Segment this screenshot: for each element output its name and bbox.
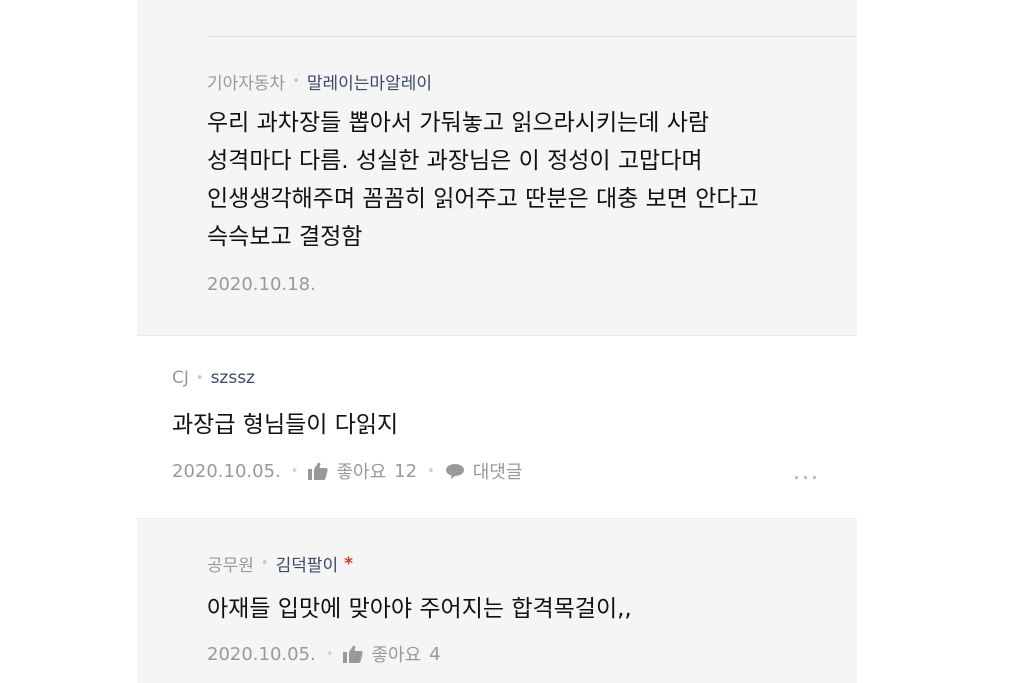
- author-nickname[interactable]: szssz: [211, 368, 255, 388]
- comment-meta: CJ • szssz: [172, 368, 255, 388]
- comment-line: 성격마다 다름. 성실한 과장님은 이 정성이 고맙다며: [207, 148, 703, 174]
- comment-column: 기아자동차 • 말레이는마알레이 우리 과차장들 뽑아서 가둬놓고 읽으라시키는…: [137, 0, 857, 683]
- comment-text: 아재들 입맛에 맞아야 주어지는 합격목걸이,,: [207, 596, 632, 622]
- comment-meta: 공무원 • 김덕팔이 *: [207, 551, 354, 577]
- separator-dot: •: [195, 370, 204, 386]
- separator-dot: •: [325, 646, 334, 662]
- comment-footer: 2020.10.05. • 좋아요 4: [207, 641, 441, 667]
- separator-dot: •: [290, 463, 299, 479]
- like-count: 12: [394, 460, 418, 482]
- speech-bubble-icon: [445, 462, 465, 480]
- thumbs-up-icon: [343, 645, 364, 663]
- separator-dot: •: [427, 463, 435, 479]
- more-options-button[interactable]: ...: [793, 460, 820, 485]
- divider: [207, 36, 857, 37]
- author-nickname[interactable]: 김덕팔이: [276, 551, 339, 576]
- comment-line: 슥슥보고 결정함: [207, 224, 363, 250]
- comment-meta: 기아자동차 • 말레이는마알레이: [207, 69, 432, 94]
- company-label: CJ: [172, 368, 189, 388]
- comment-date: 2020.10.05.: [207, 643, 316, 665]
- comment-date: 2020.10.05.: [172, 460, 281, 482]
- separator-dot: •: [292, 74, 300, 89]
- comment-line: 인생생각해주며 꼼꼼히 읽어주고 딴분은 대충 보면 안다고: [207, 186, 759, 212]
- comment-line: 우리 과차장들 뽑아서 가둬놓고 읽으라시키는데 사람: [207, 110, 710, 136]
- like-count: 4: [429, 643, 441, 665]
- comment-date: 2020.10.18.: [207, 274, 316, 295]
- reply-button[interactable]: 대댓글: [445, 458, 523, 484]
- like-button[interactable]: 좋아요 4: [343, 641, 441, 667]
- separator-dot: •: [260, 556, 269, 571]
- like-button[interactable]: 좋아요 12: [308, 458, 417, 484]
- author-nickname[interactable]: 말레이는마알레이: [307, 69, 432, 94]
- reply-comment: 공무원 • 김덕팔이 * 아재들 입맛에 맞아야 주어지는 합격목걸이,, 20…: [137, 518, 857, 683]
- like-label: 좋아요: [336, 462, 387, 483]
- author-badge: *: [344, 553, 354, 574]
- comment-text: 과장급 형님들이 다읽지: [172, 412, 399, 438]
- comment-text: 우리 과차장들 뽑아서 가둬놓고 읽으라시키는데 사람 성격마다 다름. 성실한…: [207, 104, 759, 256]
- thumbs-up-icon: [308, 462, 329, 480]
- company-label: 공무원: [207, 556, 254, 576]
- company-label: 기아자동차: [207, 74, 286, 94]
- reply-label: 대댓글: [472, 462, 523, 483]
- reply-comment: 기아자동차 • 말레이는마알레이 우리 과차장들 뽑아서 가둬놓고 읽으라시키는…: [137, 0, 857, 336]
- like-label: 좋아요: [371, 645, 422, 666]
- comment-footer: 2020.10.18.: [207, 274, 316, 295]
- comment-footer: 2020.10.05. • 좋아요 12 • 대댓글: [172, 458, 522, 484]
